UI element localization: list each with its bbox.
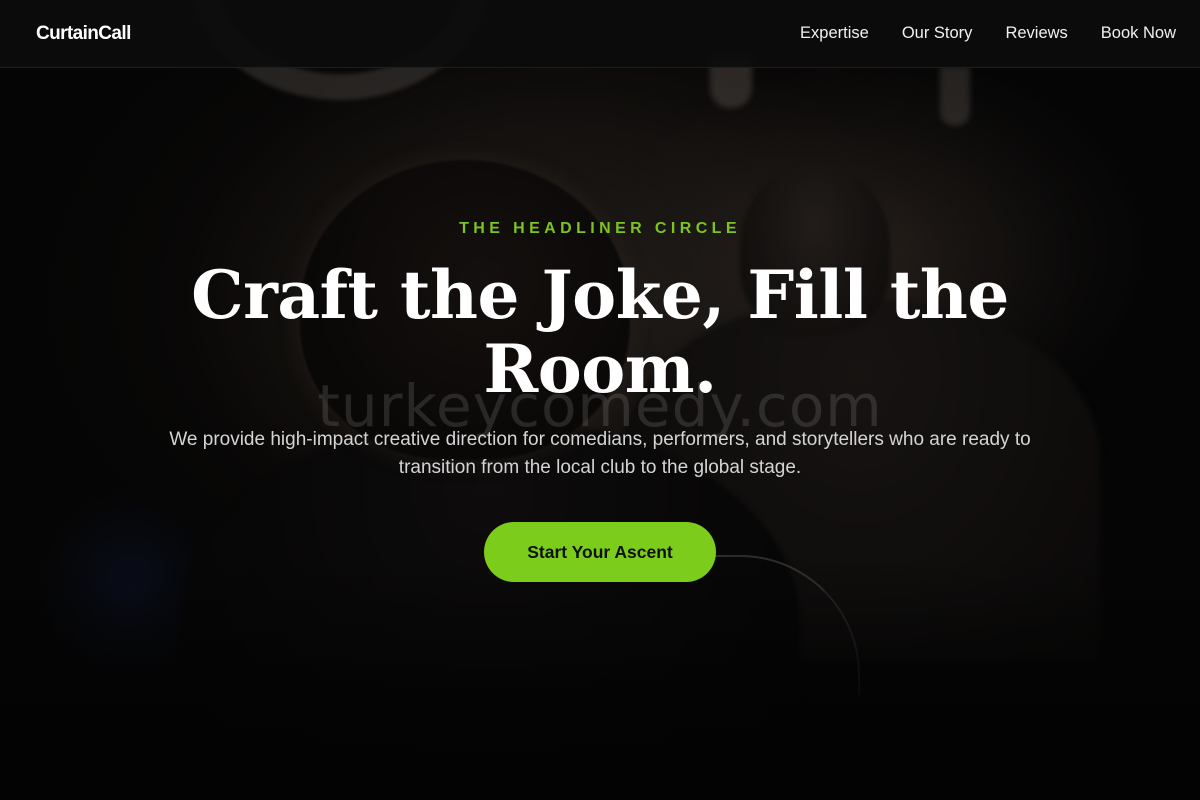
nav-link-our-story[interactable]: Our Story (902, 24, 973, 43)
hero-description: We provide high-impact creative directio… (169, 429, 1031, 478)
nav-link-expertise[interactable]: Expertise (800, 24, 869, 43)
hero-section: THE HEADLINER CIRCLE Craft the Joke, Fil… (0, 0, 1200, 800)
hero-headline: Craft the Joke, Fill the Room. (191, 256, 1009, 408)
landing-page: turkeycomedy.com CurtainCall Expertise O… (0, 0, 1200, 800)
hero-eyebrow: THE HEADLINER CIRCLE (459, 220, 741, 237)
brand-logo[interactable]: CurtainCall (36, 23, 131, 45)
nav-link-reviews[interactable]: Reviews (1005, 24, 1067, 43)
nav-link-book-now[interactable]: Book Now (1101, 24, 1176, 43)
top-navbar: CurtainCall Expertise Our Story Reviews … (0, 0, 1200, 68)
nav-links: Expertise Our Story Reviews Book Now (767, 24, 1176, 43)
start-your-ascent-button[interactable]: Start Your Ascent (484, 522, 716, 582)
